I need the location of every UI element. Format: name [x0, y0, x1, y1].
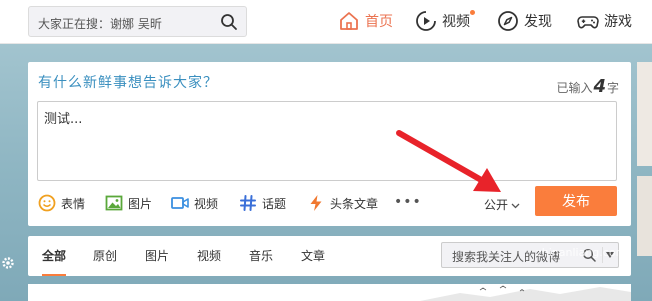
visibility-dropdown[interactable]: 公开 [484, 196, 520, 213]
gear-icon[interactable] [1, 256, 15, 270]
visibility-label: 公开 [484, 198, 509, 212]
video-camera-icon [171, 197, 189, 209]
right-sidebar-card [637, 176, 652, 256]
nav-home[interactable]: 首页 [338, 9, 393, 33]
counter-prefix: 已输入 [556, 81, 593, 95]
article-button[interactable]: 头条文章 [307, 193, 378, 213]
character-counter: 已输入4字 [556, 76, 619, 97]
search-icon[interactable] [220, 13, 238, 31]
nav-video-label: 视频 [442, 14, 470, 30]
right-sidebar-card [637, 62, 652, 166]
topic-button[interactable]: 话题 [239, 193, 286, 213]
image-icon [105, 195, 123, 211]
image-button[interactable]: 图片 [105, 193, 152, 213]
tab-original[interactable]: 原创 [93, 247, 117, 264]
nav-games-label: 游戏 [604, 14, 632, 30]
nav-games[interactable]: 游戏 [577, 9, 632, 33]
counter-value: 4 [593, 76, 606, 97]
post-textarea[interactable]: 测试... [37, 101, 617, 181]
tab-all[interactable]: 全部 [42, 247, 67, 276]
video-play-icon [416, 11, 436, 31]
post-composer: 有什么新鲜事想告诉大家？ 已输入4字 测试... 表情 图片 视频 话题 头条文… [28, 62, 631, 226]
site-watermark: zhinanliang.com [536, 246, 627, 259]
hashtag-icon [240, 195, 256, 211]
tab-music[interactable]: 音乐 [249, 247, 273, 264]
new-badge-dot [470, 10, 475, 15]
emoji-button[interactable]: 表情 [38, 193, 85, 213]
landscape-decoration [420, 285, 631, 301]
top-navigation-bar: 大家正在搜：谢娜 吴昕 首页 视频 发现 游戏 [0, 0, 652, 44]
publish-button[interactable]: 发布 [535, 186, 617, 216]
nav-discover-label: 发现 [524, 14, 552, 30]
compass-icon [498, 11, 518, 31]
counter-suffix: 字 [606, 81, 619, 95]
red-arrow-annotation [396, 130, 501, 192]
chevron-down-icon [511, 203, 520, 209]
nav-video[interactable]: 视频 [415, 9, 470, 33]
global-search-placeholder: 大家正在搜：谢娜 吴昕 [38, 17, 162, 31]
composer-prompt: 有什么新鲜事想告诉大家？ [38, 75, 218, 91]
gamepad-icon [577, 16, 599, 29]
video-button[interactable]: 视频 [171, 193, 218, 213]
article-label: 头条文章 [330, 196, 379, 211]
image-label: 图片 [128, 196, 153, 211]
global-search-box[interactable]: 大家正在搜：谢娜 吴昕 [28, 6, 247, 37]
home-icon [340, 12, 358, 30]
video-label: 视频 [194, 196, 219, 211]
tab-articles[interactable]: 文章 [301, 247, 325, 264]
tab-images[interactable]: 图片 [145, 247, 169, 264]
more-options-button[interactable]: ••• [394, 194, 422, 210]
emoji-label: 表情 [61, 196, 86, 211]
lightning-icon [310, 195, 322, 211]
tab-videos[interactable]: 视频 [197, 247, 221, 264]
topic-label: 话题 [262, 196, 287, 211]
nav-home-label: 首页 [365, 14, 393, 30]
smile-icon [38, 194, 56, 212]
nav-discover[interactable]: 发现 [497, 9, 552, 33]
